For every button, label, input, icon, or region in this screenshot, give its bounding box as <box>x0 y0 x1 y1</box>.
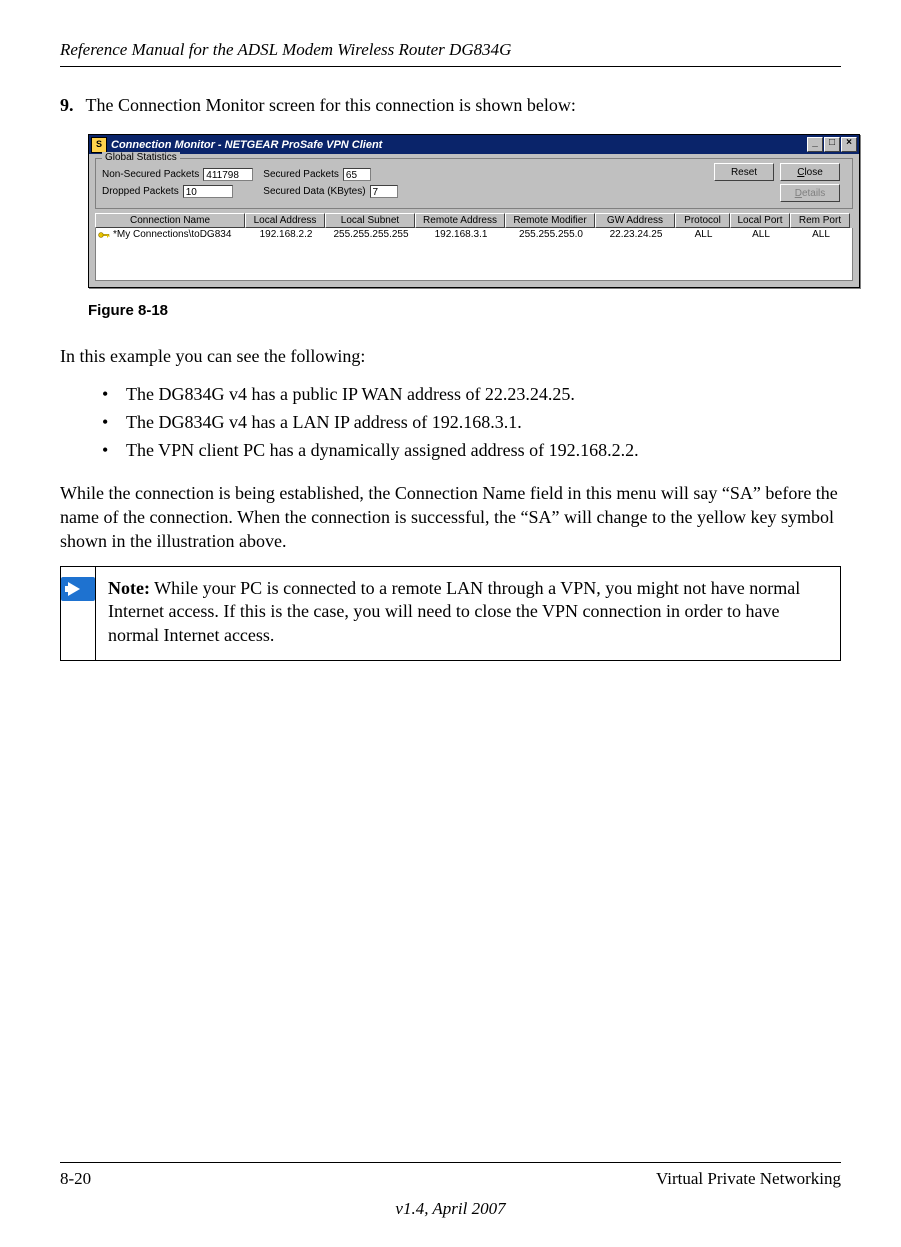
window-titlebar: S Connection Monitor - NETGEAR ProSafe V… <box>89 135 859 154</box>
global-statistics-group: Global Statistics Non-Secured Packets 41… <box>95 158 853 209</box>
grid-header[interactable]: Protocol <box>675 213 730 228</box>
arrow-icon <box>61 577 95 601</box>
grid-header[interactable]: Local Port <box>730 213 790 228</box>
cell-local-address: 192.168.2.2 <box>246 229 326 240</box>
value-dropped: 10 <box>183 185 233 198</box>
step-number: 9. <box>60 95 74 115</box>
header-title: Reference Manual for the ADSL Modem Wire… <box>60 40 841 67</box>
cell-remote-modifier: 255.255.255.0 <box>506 229 596 240</box>
cell-remote-address: 192.168.3.1 <box>416 229 506 240</box>
connection-grid: Connection Name Local Address Local Subn… <box>95 213 853 281</box>
minimize-button[interactable]: _ <box>807 137 823 152</box>
intro-paragraph: In this example you can see the followin… <box>60 345 841 369</box>
global-statistics-legend: Global Statistics <box>102 152 180 163</box>
cell-connection-name: *My Connections\toDG834 <box>113 229 231 240</box>
bullet-item: The DG834G v4 has a LAN IP address of 19… <box>102 409 841 437</box>
app-icon: S <box>91 137 107 153</box>
window-title: Connection Monitor - NETGEAR ProSafe VPN… <box>111 139 806 151</box>
maximize-button[interactable]: □ <box>824 137 840 152</box>
note-text: Note: While your PC is connected to a re… <box>96 567 840 660</box>
close-button[interactable]: Close <box>780 163 840 181</box>
figure-screenshot: S Connection Monitor - NETGEAR ProSafe V… <box>88 134 841 288</box>
note-box: Note: While your PC is connected to a re… <box>60 566 841 661</box>
cell-gw-address: 22.23.24.25 <box>596 229 676 240</box>
label-secured-data: Secured Data (KBytes) <box>263 186 365 197</box>
label-secured-packets: Secured Packets <box>263 169 339 180</box>
connection-monitor-window: S Connection Monitor - NETGEAR ProSafe V… <box>88 134 860 288</box>
grid-header[interactable]: GW Address <box>595 213 675 228</box>
footer-page-number: 8-20 <box>60 1169 91 1189</box>
reset-button[interactable]: Reset <box>714 163 774 181</box>
step-line: 9. The Connection Monitor screen for this… <box>60 95 841 116</box>
close-window-button[interactable]: × <box>841 137 857 152</box>
cell-local-subnet: 255.255.255.255 <box>326 229 416 240</box>
figure-label: Figure 8-18 <box>88 302 841 319</box>
cell-rem-port: ALL <box>791 229 851 240</box>
label-dropped: Dropped Packets <box>102 186 179 197</box>
grid-header[interactable]: Remote Address <box>415 213 505 228</box>
page-footer: 8-20 Virtual Private Networking v1.4, Ap… <box>60 1162 841 1219</box>
grid-header-row: Connection Name Local Address Local Subn… <box>95 213 853 228</box>
footer-section: Virtual Private Networking <box>656 1169 841 1189</box>
cell-local-port: ALL <box>731 229 791 240</box>
bullet-item: The VPN client PC has a dynamically assi… <box>102 437 841 465</box>
note-icon-cell <box>61 567 96 660</box>
value-secured-data: 7 <box>370 185 398 198</box>
grid-header[interactable]: Local Address <box>245 213 325 228</box>
bullet-list: The DG834G v4 has a public IP WAN addres… <box>102 381 841 465</box>
value-non-secured: 411798 <box>203 168 253 181</box>
value-secured-packets: 65 <box>343 168 371 181</box>
grid-header[interactable]: Local Subnet <box>325 213 415 228</box>
grid-header[interactable]: Connection Name <box>95 213 245 228</box>
grid-row[interactable]: *My Connections\toDG834 192.168.2.2 255.… <box>96 228 852 240</box>
grid-header[interactable]: Rem Port <box>790 213 850 228</box>
key-icon <box>98 230 110 240</box>
connection-paragraph: While the connection is being establishe… <box>60 482 841 553</box>
note-prefix: Note: <box>108 578 150 598</box>
details-button[interactable]: Details <box>780 184 840 202</box>
cell-protocol: ALL <box>676 229 731 240</box>
footer-version: v1.4, April 2007 <box>60 1199 841 1219</box>
label-non-secured: Non-Secured Packets <box>102 169 199 180</box>
note-body: While your PC is connected to a remote L… <box>108 578 800 646</box>
bullet-item: The DG834G v4 has a public IP WAN addres… <box>102 381 841 409</box>
grid-header[interactable]: Remote Modifier <box>505 213 595 228</box>
step-text: The Connection Monitor screen for this c… <box>86 95 576 115</box>
